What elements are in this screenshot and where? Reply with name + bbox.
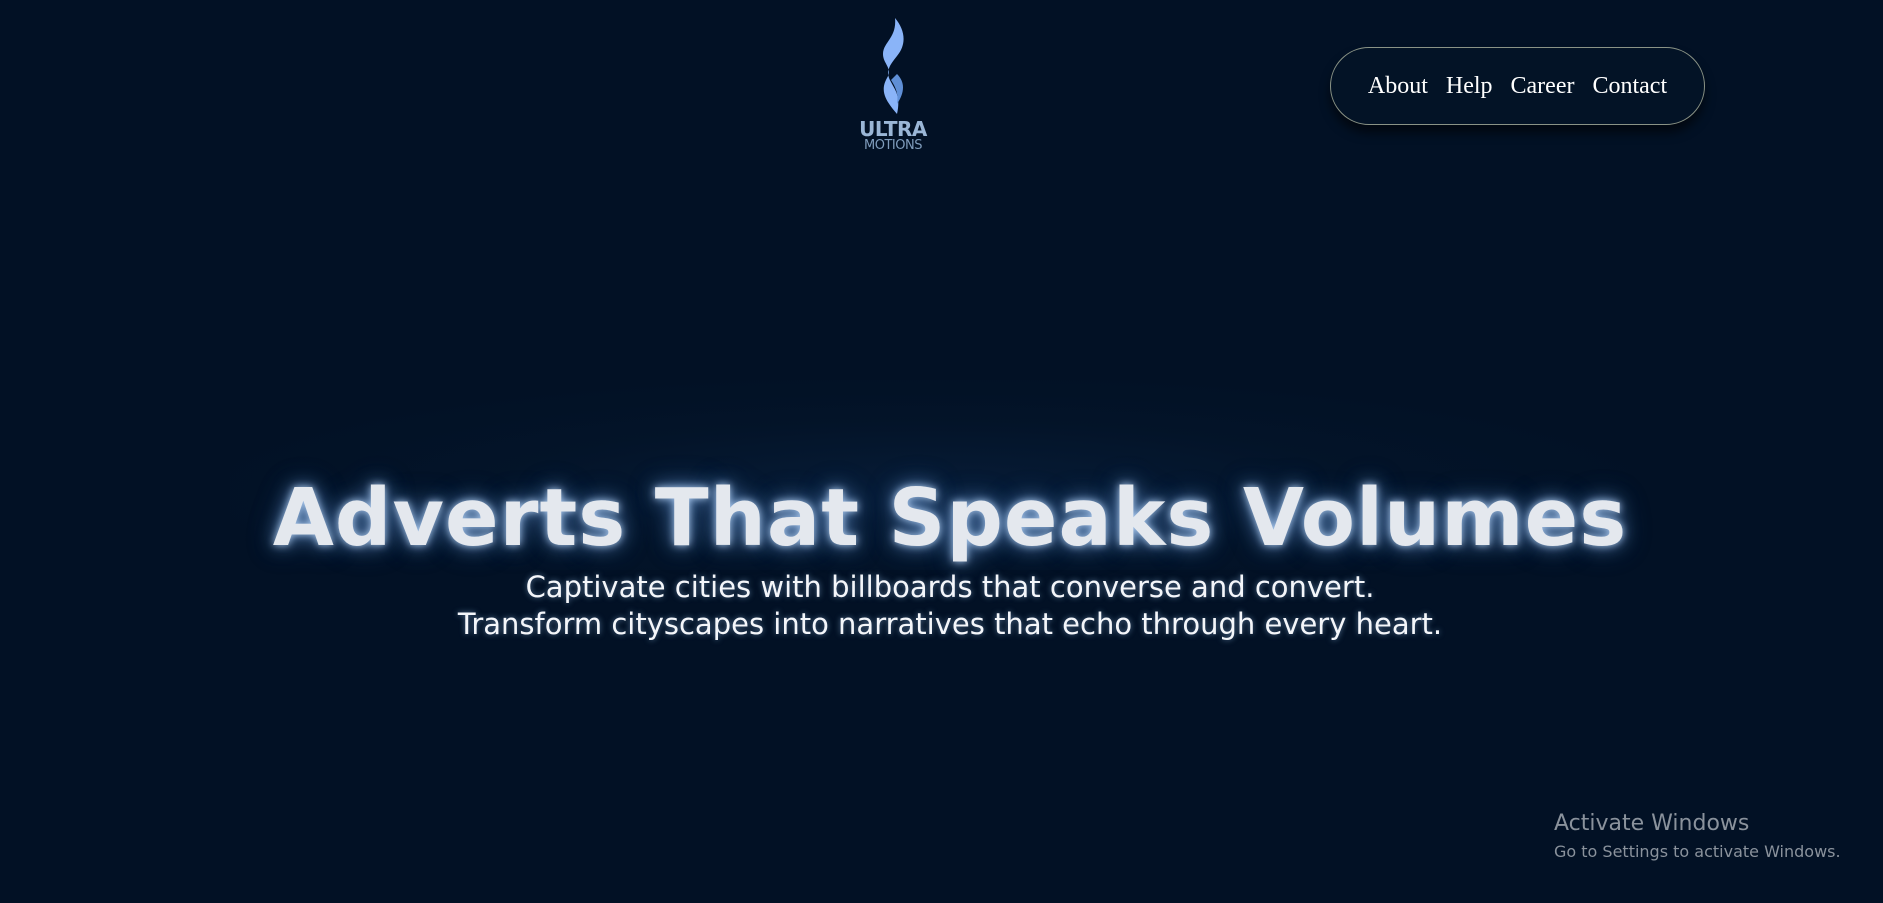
nav-link-about[interactable]: About	[1368, 73, 1428, 100]
hero-title: Adverts That Speaks Volumes	[272, 472, 1628, 564]
page: ULTRA MOTIONS About Help Career Contact …	[0, 0, 1883, 903]
watermark-subtitle: Go to Settings to activate Windows.	[1554, 842, 1841, 861]
nav-link-contact[interactable]: Contact	[1592, 73, 1667, 100]
flame-icon	[883, 18, 904, 114]
nav-link-career[interactable]: Career	[1511, 73, 1575, 100]
brand-logo[interactable]: ULTRA MOTIONS	[857, 16, 929, 156]
activate-windows-watermark: Activate Windows Go to Settings to activ…	[1554, 810, 1874, 864]
logo-text-motions: MOTIONS	[864, 138, 922, 153]
main-nav: About Help Career Contact	[1330, 47, 1705, 125]
watermark-title: Activate Windows	[1554, 811, 1750, 836]
hero-subtitle-line-2: Transform cityscapes into narratives tha…	[457, 607, 1443, 641]
nav-link-help[interactable]: Help	[1446, 73, 1493, 100]
hero-subtitle-line-1: Captivate cities with billboards that co…	[525, 570, 1375, 604]
